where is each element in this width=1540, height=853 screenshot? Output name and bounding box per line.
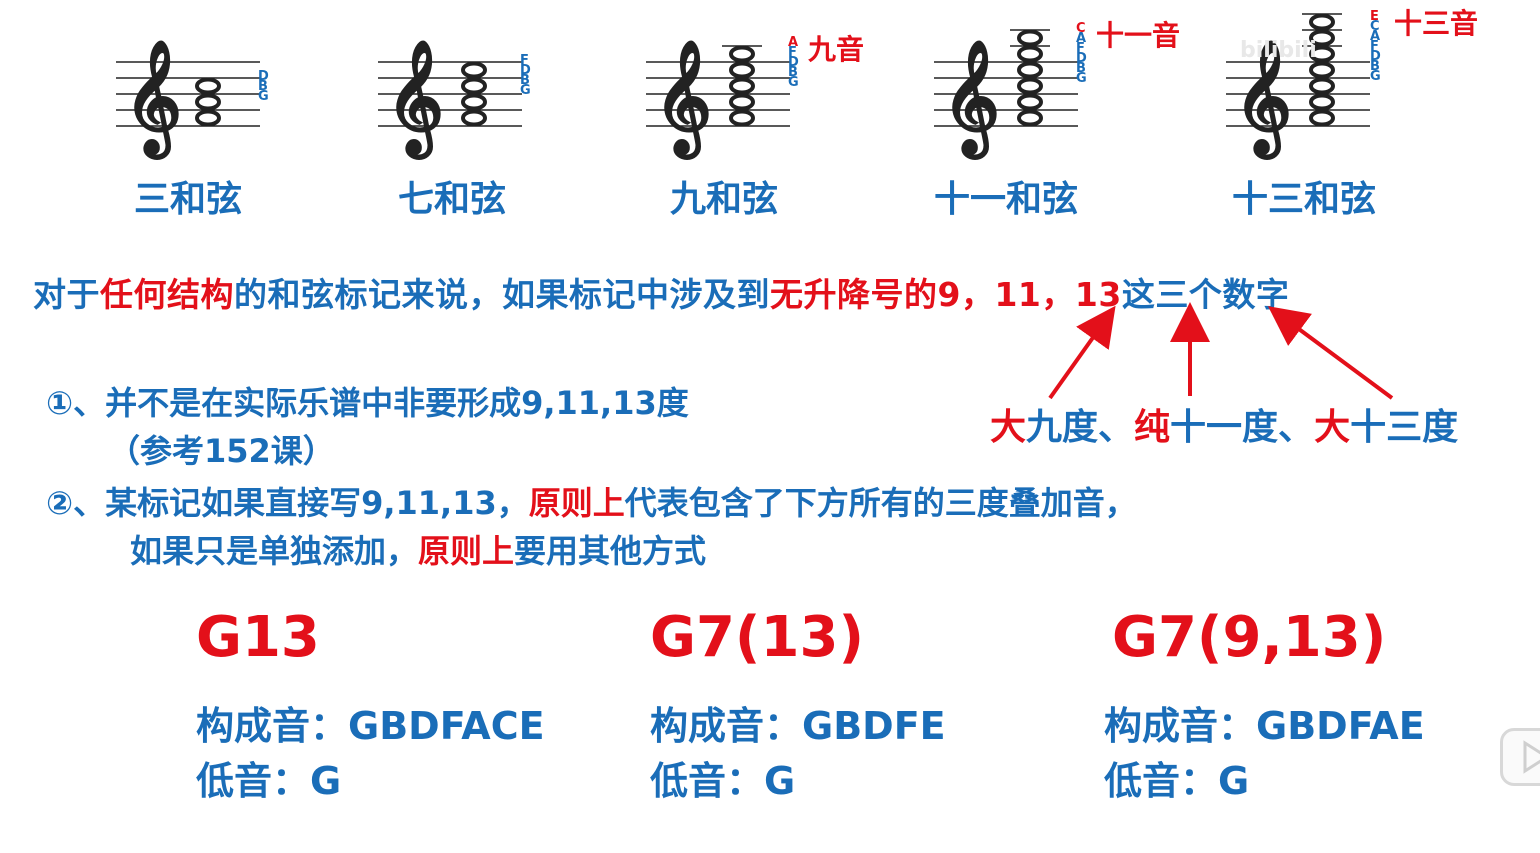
example-3-bass: 低音：G (1104, 759, 1250, 803)
example-3-title: G7(9,13) (1112, 605, 1387, 670)
example-1-tones: 构成音：GBDFACE (196, 704, 545, 748)
arrow-13 (1267, 306, 1394, 400)
example-1-bass: 低音：G (196, 759, 342, 803)
example-3-tones: 构成音：GBDFAE (1104, 704, 1425, 748)
degree-labels: 大九度、纯十一度、大十三度 (990, 407, 1459, 448)
point-2-line-1: ②、某标记如果直接写9,11,13，原则上代表包含了下方所有的三度叠加音， (46, 484, 1137, 522)
point-1-line-2: （参考152课） (108, 432, 335, 470)
example-2-bass: 低音：G (650, 759, 796, 803)
play-icon (1523, 740, 1540, 774)
example-2-tones: 构成音：GBDFE (650, 704, 946, 748)
point-2-line-2: 如果只是单独添加，原则上要用其他方式 (130, 532, 707, 570)
play-button[interactable] (1500, 728, 1540, 786)
example-1-title: G13 (196, 605, 320, 670)
example-2-title: G7(13) (650, 605, 865, 670)
arrow-9 (1048, 305, 1116, 400)
point-1-line-1: ①、并不是在实际乐谱中非要形成9,11,13度 (46, 384, 689, 422)
